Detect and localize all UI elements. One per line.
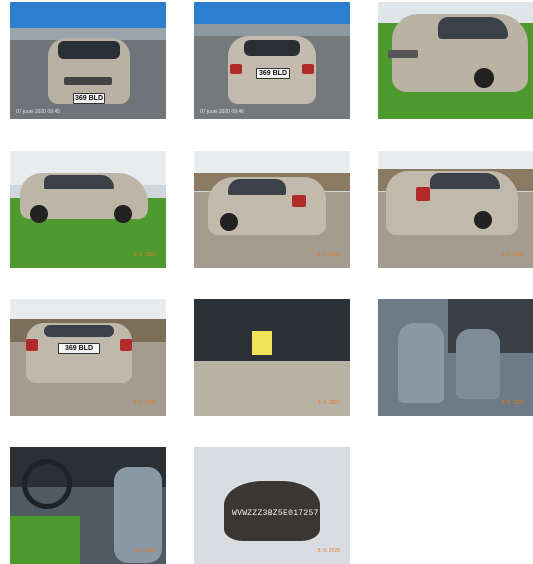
- photo-timestamp: 07 juuni 2020 09:45: [16, 109, 60, 115]
- photo-date: 8. 8. 2020: [501, 400, 524, 406]
- photo-rear-three-quarter-left[interactable]: 8. 8. 2020: [194, 151, 350, 268]
- photo-date: 8. 8. 2020: [317, 548, 340, 554]
- photo-rear-three-quarter-right[interactable]: 8. 8. 2020: [378, 151, 533, 268]
- photo-date: 8. 8. 2020: [317, 252, 340, 258]
- photo-rear-view[interactable]: 369 BLD 07 juuni 2020 09:46: [194, 2, 350, 119]
- license-plate: 369 BLD: [73, 93, 105, 104]
- photo-date: 8. 8. 2020: [133, 548, 156, 554]
- photo-interior-dashboard[interactable]: 8. 8. 2020: [10, 447, 166, 564]
- photo-date: 8. 8. 2020: [501, 252, 524, 258]
- license-plate: 369 BLD: [256, 68, 290, 79]
- photo-side-grass[interactable]: 8. 8. 2020: [10, 151, 166, 268]
- photo-date: 8. 8. 2020: [133, 400, 156, 406]
- photo-rear-view-fence[interactable]: 369 BLD 8. 8. 2020: [10, 299, 166, 416]
- photo-date: 8. 8. 2020: [133, 252, 156, 258]
- photo-vin-plate[interactable]: WVWZZZ3BZ5E017257 8. 8. 2020: [194, 447, 350, 564]
- photo-date: 8. 8. 2020: [317, 400, 340, 406]
- vin-number: WVWZZZ3BZ5E017257: [232, 509, 319, 518]
- paper-note: [252, 331, 272, 355]
- photo-front-view[interactable]: 369 BLD 07 juuni 2020 09:45: [10, 2, 166, 119]
- photo-interior-seats[interactable]: 8. 8. 2020: [378, 299, 533, 416]
- photo-front-three-quarter[interactable]: [378, 2, 533, 119]
- license-plate: 369 BLD: [58, 343, 100, 354]
- photo-windshield-note[interactable]: 8. 8. 2020: [194, 299, 350, 416]
- photo-timestamp: 07 juuni 2020 09:46: [200, 109, 244, 115]
